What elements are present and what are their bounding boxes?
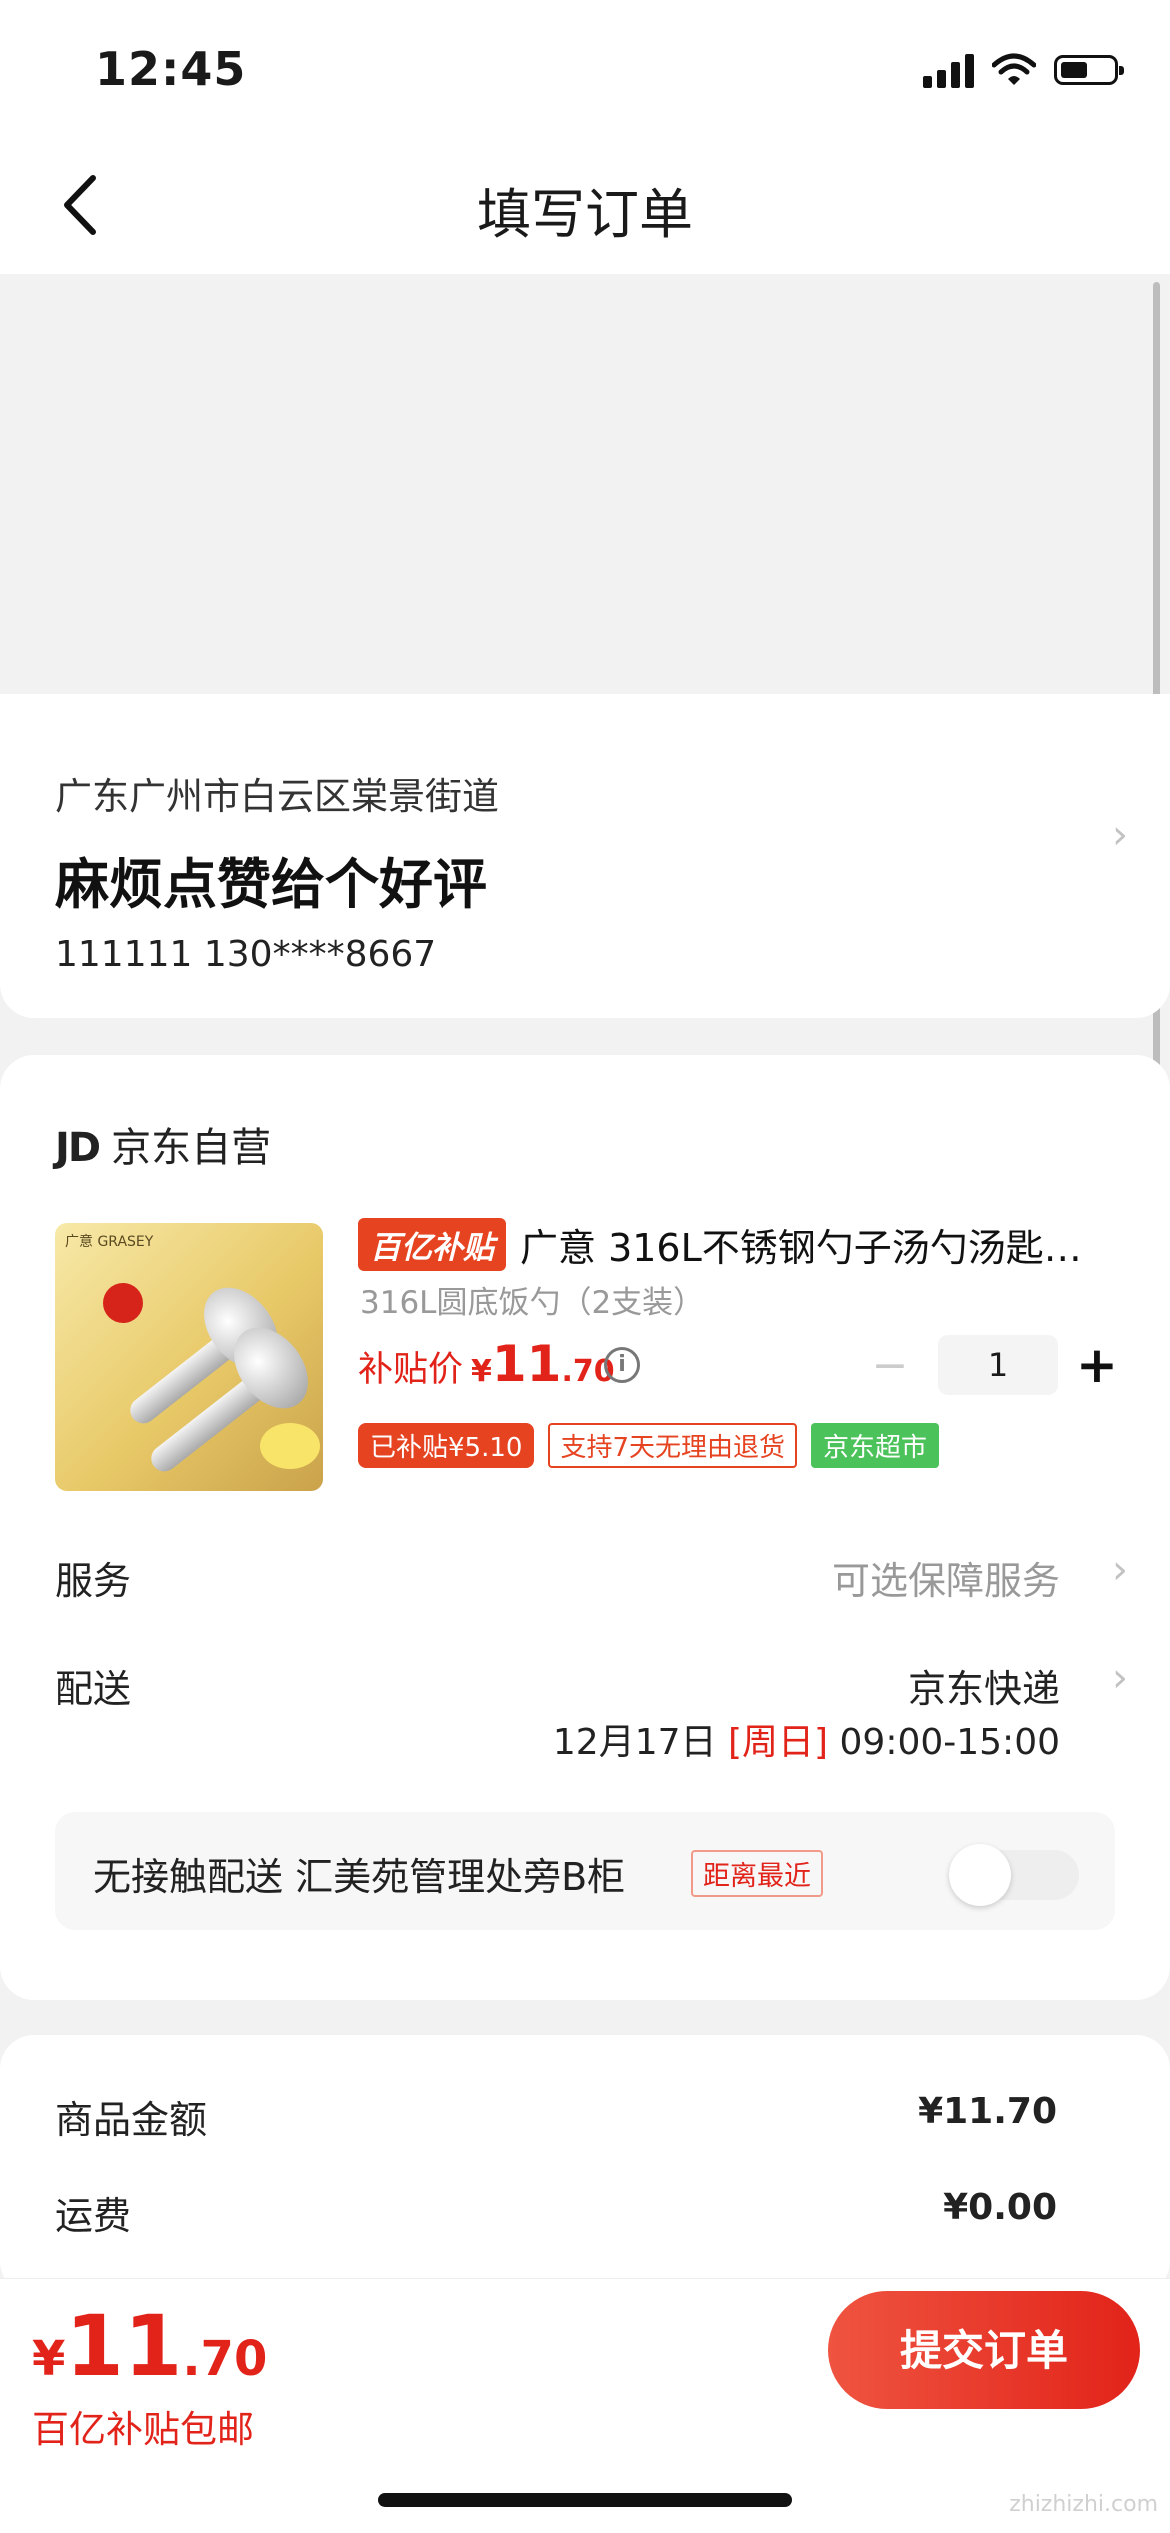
- service-value[interactable]: 可选保障服务: [832, 1550, 1060, 1605]
- submit-order-button[interactable]: 提交订单: [828, 2291, 1140, 2409]
- freight-value: ¥0.00: [943, 2187, 1057, 2228]
- delivery-time: 12月17日 [周日] 09:00-15:00: [552, 1722, 1060, 1763]
- status-icons: [923, 52, 1124, 88]
- info-icon[interactable]: i: [604, 1347, 640, 1383]
- product-image[interactable]: 广意 GRASEY: [55, 1223, 323, 1491]
- address-contact: 111111 130****8667: [55, 934, 437, 975]
- total-price: ¥ 11 .70: [32, 2297, 268, 2395]
- subsidy-amount-badge: 已补贴¥5.10: [358, 1423, 535, 1468]
- address-card[interactable]: 广东广州市白云区棠景街道 麻烦点赞给个好评 111111 130****8667…: [0, 694, 1170, 1018]
- page-title: 填写订单: [477, 183, 693, 246]
- status-bar: 12:45: [0, 0, 1170, 140]
- nearest-tag: 距离最近: [691, 1850, 823, 1897]
- status-time: 12:45: [95, 42, 247, 96]
- goods-amount-value: ¥11.70: [918, 2091, 1057, 2132]
- store-card: JD 京东自营 广意 GRASEY 百亿补贴 广意 316L不锈钢勺子汤勺汤匙… …: [0, 1055, 1170, 2000]
- subsidy-tag: 百亿补贴: [358, 1218, 506, 1271]
- jd-supermarket-badge: 京东超市: [810, 1423, 939, 1468]
- product-badges: 已补贴¥5.10 支持7天无理由退货 京东超市: [358, 1423, 939, 1468]
- nav-bar: 填写订单: [0, 140, 1170, 274]
- delivery-carrier[interactable]: 京东快递: [908, 1658, 1060, 1713]
- service-label: 服务: [55, 1559, 132, 1603]
- quantity-value[interactable]: 1: [938, 1335, 1058, 1395]
- address-detail: 麻烦点赞给个好评: [55, 853, 487, 916]
- home-indicator[interactable]: [378, 2493, 792, 2507]
- goods-amount-label: 商品金额: [55, 2098, 208, 2142]
- increase-button[interactable]: +: [1076, 1336, 1118, 1394]
- chevron-right-icon: ›: [1112, 812, 1128, 858]
- freight-label: 运费: [55, 2194, 132, 2238]
- chevron-right-icon: ›: [1112, 1655, 1128, 1701]
- product-image-brand: 广意 GRASEY: [65, 1234, 154, 1250]
- wifi-icon: [992, 53, 1036, 85]
- product-spec: 316L圆底饭勺（2支装）: [360, 1285, 705, 1321]
- product-title: 广意 316L不锈钢勺子汤勺汤匙…: [520, 1226, 1082, 1270]
- shipping-note: 百亿补贴包邮: [32, 2408, 254, 2451]
- contactless-text: 无接触配送 汇美苑管理处旁B柜: [93, 1855, 626, 1899]
- decrease-button[interactable]: −: [870, 1340, 910, 1391]
- watermark: zhizhizhi.com: [1009, 2492, 1158, 2517]
- store-header: JD 京东自营: [55, 1115, 271, 1173]
- jd-logo-icon: JD: [55, 1125, 101, 1171]
- price-summary-card: 商品金额 ¥11.70 运费 ¥0.00: [0, 2035, 1170, 2295]
- map-placeholder: [0, 274, 1170, 694]
- store-name: 京东自营: [111, 1125, 272, 1171]
- cellular-signal-icon: [923, 52, 974, 88]
- battery-icon: [1054, 55, 1124, 85]
- checkout-bar: ¥ 11 .70 百亿补贴包邮 提交订单: [0, 2278, 1170, 2533]
- return-policy-badge: 支持7天无理由退货: [548, 1423, 797, 1468]
- product-price: 补贴价 ¥ 11 .70: [358, 1335, 615, 1393]
- address-region: 广东广州市白云区棠景街道: [55, 775, 499, 818]
- product-title-row[interactable]: 百亿补贴 广意 316L不锈钢勺子汤勺汤匙…: [358, 1217, 1118, 1272]
- price-label: 补贴价: [358, 1350, 464, 1390]
- delivery-label: 配送: [55, 1667, 132, 1711]
- contactless-delivery-row: 无接触配送 汇美苑管理处旁B柜 距离最近: [55, 1812, 1115, 1930]
- quantity-stepper: − 1 +: [870, 1335, 1118, 1395]
- contactless-toggle[interactable]: [949, 1844, 1079, 1906]
- chevron-right-icon: ›: [1112, 1547, 1128, 1593]
